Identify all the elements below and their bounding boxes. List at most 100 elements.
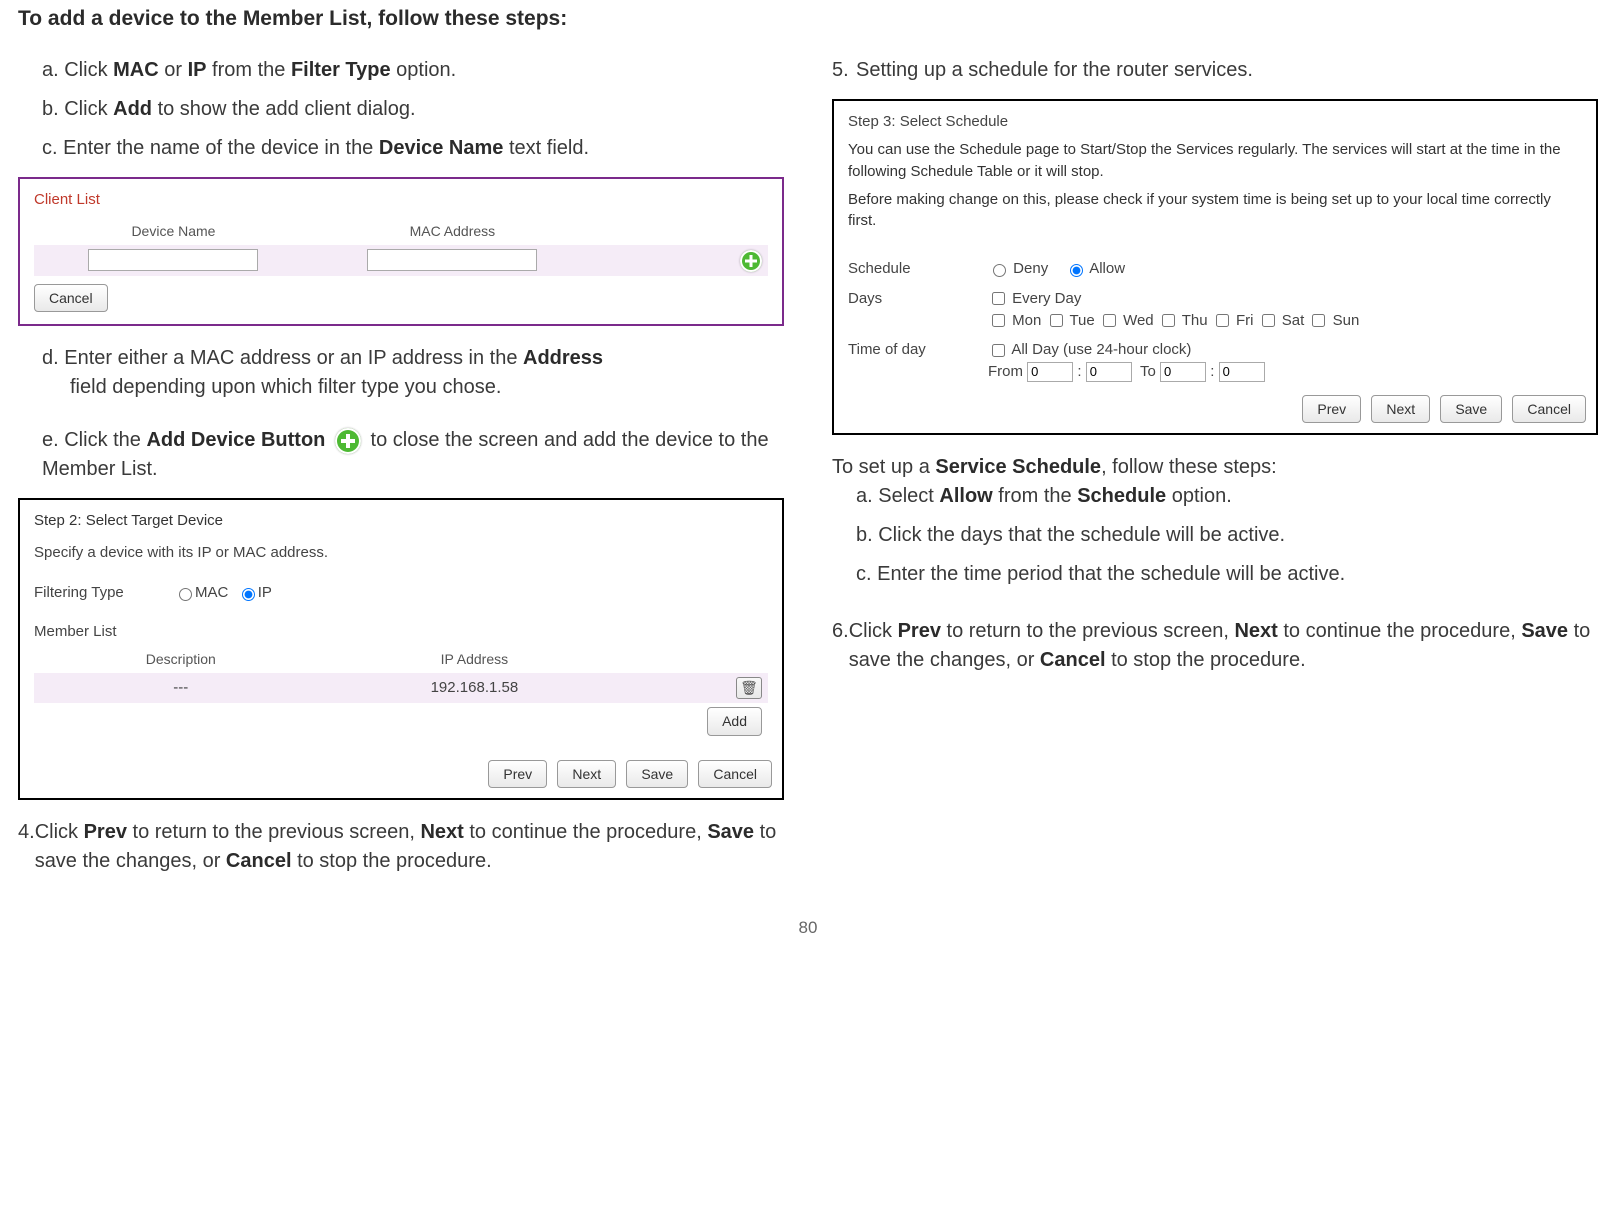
text: to continue the procedure,: [464, 821, 708, 843]
text-bold: Device Name: [379, 137, 504, 159]
from-min-input[interactable]: [1086, 362, 1132, 382]
text: option.: [1166, 485, 1232, 507]
schedule-step-c: c. Enter the time period that the schedu…: [856, 560, 1598, 589]
step-5: 5. Setting up a schedule for the router …: [832, 56, 1598, 85]
text: to return to the previous screen,: [941, 620, 1235, 642]
time-of-day-label: Time of day: [848, 339, 988, 361]
text: Tue: [1069, 312, 1094, 329]
next-button[interactable]: Next: [1371, 395, 1430, 423]
two-column-layout: a. Click MAC or IP from the Filter Type …: [18, 56, 1598, 886]
text: text field.: [503, 137, 589, 159]
text-bold: Allow: [939, 485, 992, 507]
save-button[interactable]: Save: [1440, 395, 1502, 423]
text-bold: Filter Type: [291, 59, 391, 81]
deny-radio[interactable]: Deny: [988, 260, 1048, 277]
schedule-row: Schedule Deny Allow: [834, 254, 1596, 284]
thu-check[interactable]: Thu: [1158, 312, 1208, 329]
text: b. Click: [42, 98, 113, 120]
page-title: To add a device to the Member List, foll…: [18, 4, 1598, 34]
text-bold: Next: [420, 821, 463, 843]
prev-button[interactable]: Prev: [488, 760, 547, 788]
everyday-check[interactable]: Every Day: [988, 290, 1081, 307]
cell-ip: 192.168.1.58: [328, 673, 622, 703]
text: , follow these steps:: [1101, 456, 1277, 478]
client-list-table: Device Name MAC Address: [34, 217, 768, 276]
add-device-icon: [335, 428, 361, 454]
step-b: b. Click Add to show the add client dial…: [42, 95, 784, 124]
text: Allow: [1089, 260, 1125, 277]
save-button[interactable]: Save: [626, 760, 688, 788]
panel3-button-row: Prev Next Save Cancel: [834, 387, 1596, 433]
text-bold: Prev: [898, 620, 941, 642]
text: to stop the procedure.: [292, 850, 492, 872]
to-min-input[interactable]: [1219, 362, 1265, 382]
service-schedule-intro: To set up a Service Schedule, follow the…: [832, 453, 1598, 482]
ip-radio[interactable]: IP: [237, 582, 272, 604]
text: Sat: [1282, 312, 1305, 329]
cancel-button[interactable]: Cancel: [34, 284, 108, 312]
col-ip-address: IP Address: [441, 651, 508, 667]
table-row: Add: [34, 703, 768, 739]
step2-title: Step 2: Select Target Device: [34, 510, 768, 532]
sun-check[interactable]: Sun: [1308, 312, 1359, 329]
step-a: a. Click MAC or IP from the Filter Type …: [42, 56, 784, 85]
schedule-step-a: a. Select Allow from the Schedule option…: [856, 482, 1598, 511]
sat-check[interactable]: Sat: [1258, 312, 1305, 329]
cancel-button[interactable]: Cancel: [1512, 395, 1586, 423]
text-bold: Schedule: [1077, 485, 1166, 507]
text: field depending upon which filter type y…: [70, 376, 501, 398]
step2-desc: Specify a device with its IP or MAC addr…: [34, 542, 768, 564]
text: Deny: [1013, 260, 1048, 277]
trash-icon[interactable]: [736, 677, 762, 699]
to-label: To: [1140, 363, 1156, 380]
step3-desc2: Before making change on this, please che…: [848, 183, 1582, 233]
client-list-panel: Client List Device Name MAC Address Canc…: [18, 177, 784, 326]
from-hour-input[interactable]: [1027, 362, 1073, 382]
text: Mon: [1012, 312, 1041, 329]
prev-button[interactable]: Prev: [1302, 395, 1361, 423]
text: d. Enter either a MAC address or an IP a…: [42, 347, 523, 369]
text: Sun: [1333, 312, 1360, 329]
text-bold: Add Device Button: [146, 429, 325, 451]
text: Setting up a schedule for the router ser…: [856, 56, 1253, 85]
step-num: 5.: [832, 56, 856, 85]
left-column: a. Click MAC or IP from the Filter Type …: [18, 56, 784, 886]
device-name-input[interactable]: [88, 249, 258, 271]
col-description: Description: [146, 651, 216, 667]
mon-check[interactable]: Mon: [988, 312, 1041, 329]
text-bold: IP: [188, 59, 207, 81]
step3-title: Step 3: Select Schedule: [848, 111, 1582, 133]
text-bold: Service Schedule: [935, 456, 1101, 478]
cancel-button[interactable]: Cancel: [698, 760, 772, 788]
step-c: c. Enter the name of the device in the D…: [42, 134, 784, 163]
next-button[interactable]: Next: [557, 760, 616, 788]
right-column: 5. Setting up a schedule for the router …: [832, 56, 1598, 886]
text-bold: Prev: [84, 821, 127, 843]
text: e. Click the: [42, 429, 146, 451]
wed-check[interactable]: Wed: [1099, 312, 1154, 329]
mac-address-input[interactable]: [367, 249, 537, 271]
mac-radio[interactable]: MAC: [174, 582, 228, 604]
add-button[interactable]: Add: [707, 707, 762, 735]
text-bold: Add: [113, 98, 152, 120]
text: option.: [391, 59, 457, 81]
step-4: 4. Click Prev to return to the previous …: [18, 818, 784, 876]
client-list-title: Client List: [34, 189, 768, 211]
tue-check[interactable]: Tue: [1046, 312, 1095, 329]
from-label: From: [988, 363, 1023, 380]
allow-radio[interactable]: Allow: [1065, 260, 1125, 277]
text: Thu: [1182, 312, 1208, 329]
fri-check[interactable]: Fri: [1212, 312, 1254, 329]
member-list-label: Member List: [34, 621, 768, 643]
step-num: 4.: [18, 818, 35, 876]
step-e: e. Click the Add Device Button to close …: [42, 426, 784, 484]
allday-check[interactable]: All Day (use 24-hour clock): [988, 341, 1191, 358]
text: Wed: [1123, 312, 1154, 329]
text: Click: [35, 821, 84, 843]
to-hour-input[interactable]: [1160, 362, 1206, 382]
schedule-label: Schedule: [848, 258, 988, 280]
text-bold: Cancel: [226, 850, 292, 872]
member-list-table: Description IP Address --- 192.168.1.58 …: [34, 645, 768, 740]
text: Fri: [1236, 312, 1254, 329]
add-icon[interactable]: [740, 250, 762, 272]
